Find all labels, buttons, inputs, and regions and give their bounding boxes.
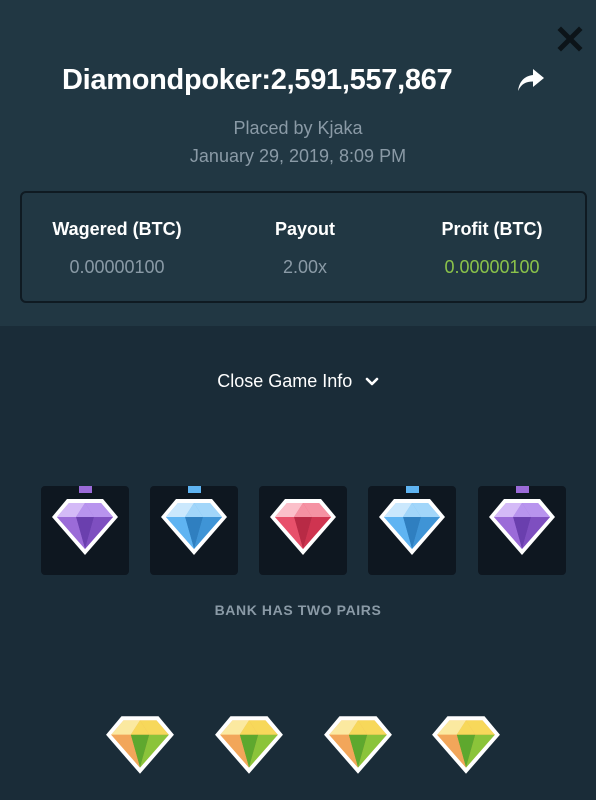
diamond-gem-icon — [106, 716, 174, 774]
color-tag — [406, 486, 419, 493]
diamond-gem-icon — [52, 499, 118, 555]
close-icon[interactable] — [553, 22, 587, 56]
bet-date: January 29, 2019, 8:09 PM — [189, 146, 407, 166]
payout-value: 2.00x — [282, 257, 328, 277]
wagered-stat: Wagered (BTC) 0.00000100 — [22, 193, 212, 301]
profit-stat: Profit (BTC) 0.00000100 — [398, 193, 586, 301]
profit-label: Profit (BTC) — [441, 219, 543, 239]
stats-box: Wagered (BTC) 0.00000100 Payout 2.00x Pr… — [20, 191, 587, 303]
wagered-label: Wagered (BTC) — [52, 219, 182, 239]
placed-by: Placed by Kjaka — [233, 118, 363, 138]
bank-result-label: BANK HAS TWO PAIRS — [214, 602, 382, 618]
diamond-gem-icon — [161, 499, 227, 555]
bank-card-3 — [259, 486, 347, 575]
share-arrow-icon[interactable] — [516, 66, 546, 94]
bank-card-4 — [368, 486, 456, 575]
chevron-down-icon — [365, 377, 379, 385]
color-tag — [516, 486, 529, 493]
player-gem-4 — [430, 712, 502, 778]
player-gem-2 — [213, 712, 285, 778]
diamond-gem-icon — [324, 716, 392, 774]
payout-stat: Payout 2.00x — [212, 193, 398, 301]
diamond-gem-icon — [215, 716, 283, 774]
bet-summary-panel: Diamondpoker:2,591,557,867 Placed by Kja… — [0, 0, 596, 326]
bank-card-2 — [150, 486, 238, 575]
player-gem-1 — [104, 712, 176, 778]
payout-label: Payout — [274, 219, 335, 239]
color-tag — [297, 486, 310, 493]
wagered-value: 0.00000100 — [69, 257, 165, 277]
diamond-gem-icon — [270, 499, 336, 555]
player-gem-3 — [322, 712, 394, 778]
diamond-gem-icon — [489, 499, 555, 555]
profit-value: 0.00000100 — [444, 257, 540, 277]
color-tag — [79, 486, 92, 493]
bank-card-5 — [478, 486, 566, 575]
diamond-gem-icon — [379, 499, 445, 555]
close-game-info-button[interactable]: Close Game Info — [0, 371, 596, 399]
title-row: Diamondpoker:2,591,557,867 — [0, 60, 596, 100]
bet-title: Diamondpoker:2,591,557,867 — [62, 64, 453, 96]
diamond-gem-icon — [432, 716, 500, 774]
color-tag — [188, 486, 201, 493]
bank-card-1 — [41, 486, 129, 575]
toggle-label: Close Game Info — [217, 371, 353, 391]
